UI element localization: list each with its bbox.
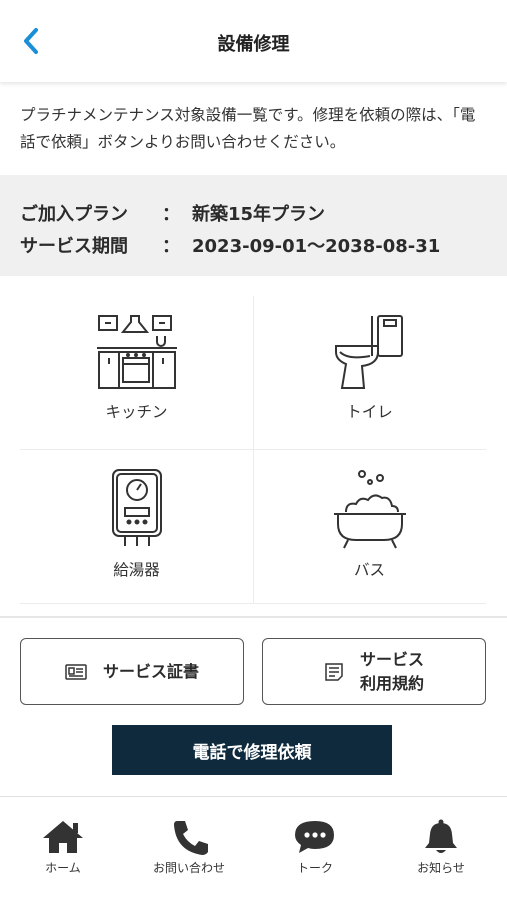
period-row: サービス期間 ： 2023-09-01〜2038-08-31	[20, 229, 487, 261]
terms-label-line1: サービス	[359, 649, 424, 669]
page-title: 設備修理	[217, 34, 290, 55]
tab-talk[interactable]: トーク	[252, 797, 378, 900]
section-divider	[0, 616, 507, 618]
call-repair-button[interactable]: 電話で修理依頼	[112, 725, 392, 775]
equipment-label: バス	[353, 561, 385, 579]
period-value: 2023-09-01〜2038-08-31	[192, 236, 441, 257]
plan-colon: ：	[162, 204, 180, 225]
tab-label: トーク	[296, 861, 333, 875]
certificate-label: サービス証書	[102, 661, 199, 681]
chat-icon	[295, 821, 334, 853]
equipment-label: 給湯器	[113, 561, 160, 579]
period-colon: ：	[162, 236, 180, 257]
tab-label: お知らせ	[417, 861, 465, 875]
equipment-label: キッチン	[105, 403, 168, 421]
equipment-grid: キッチン トイレ 給湯器 バス	[20, 296, 486, 604]
terms-label: サービス 利用規約	[360, 648, 424, 696]
bottom-tab-bar: ホーム お問い合わせ トーク お知らせ	[0, 796, 507, 900]
service-terms-button[interactable]: サービス 利用規約	[262, 638, 486, 705]
tab-contact[interactable]: お問い合わせ	[126, 797, 252, 900]
bathtub-icon	[333, 470, 406, 549]
toilet-icon	[334, 315, 403, 389]
plan-label: ご加入プラン	[20, 204, 128, 225]
tab-notice[interactable]: お知らせ	[378, 797, 504, 900]
water-heater-icon	[111, 469, 162, 546]
equipment-item-water-heater[interactable]: 給湯器	[20, 450, 253, 604]
certificate-icon	[65, 663, 87, 680]
kitchen-icon	[96, 315, 177, 389]
plan-info-box: ご加入プラン ： 新築15年プラン サービス期間 ： 2023-09-01〜20…	[0, 175, 507, 276]
tab-label: ホーム	[45, 861, 81, 875]
home-icon	[43, 821, 83, 853]
app-header: 設備修理	[0, 0, 507, 82]
bell-icon	[425, 819, 457, 853]
period-label: サービス期間	[20, 236, 128, 257]
service-certificate-button[interactable]: サービス証書	[20, 638, 244, 705]
plan-value: 新築15年プラン	[192, 204, 326, 225]
equipment-item-toilet[interactable]: トイレ	[253, 296, 486, 450]
plan-row: ご加入プラン ： 新築15年プラン	[20, 197, 487, 229]
equipment-label: トイレ	[346, 403, 393, 421]
equipment-item-kitchen[interactable]: キッチン	[20, 296, 253, 450]
tab-home[interactable]: ホーム	[0, 797, 126, 900]
document-icon	[325, 662, 343, 681]
phone-icon	[174, 821, 208, 855]
intro-text: プラチナメンテナンス対象設備一覧です。修理を依頼の際は、「電話で依頼」ボタンより…	[20, 106, 476, 151]
equipment-item-bathtub[interactable]: バス	[253, 450, 486, 604]
terms-label-line2: 利用規約	[359, 673, 424, 693]
tab-label: お問い合わせ	[152, 861, 225, 875]
